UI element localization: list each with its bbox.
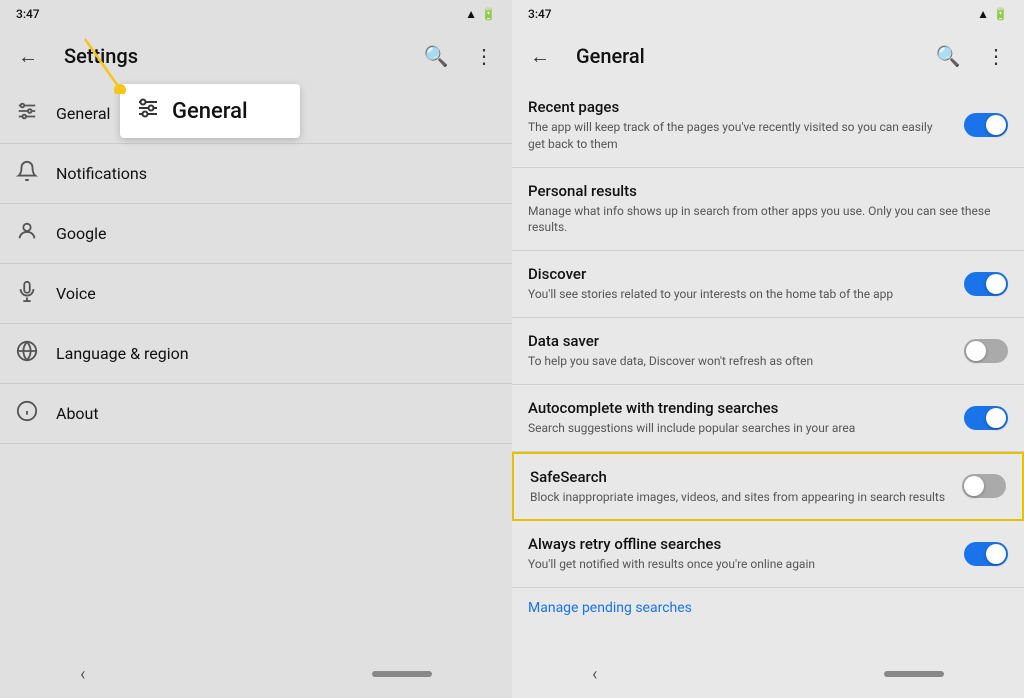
manage-pending-link[interactable]: Manage pending searches	[512, 588, 1024, 628]
safesearch-text: SafeSearch Block inappropriate images, v…	[530, 468, 962, 506]
autocomplete-text: Autocomplete with trending searches Sear…	[528, 399, 964, 437]
about-label: About	[56, 404, 99, 423]
right-battery-icon: 🔋	[993, 7, 1008, 21]
right-toolbar-title: General	[576, 44, 920, 68]
right-search-icon: 🔍	[936, 44, 961, 68]
voice-icon	[16, 280, 56, 307]
setting-data-saver[interactable]: Data saver To help you save data, Discov…	[512, 318, 1024, 385]
personal-results-title: Personal results	[528, 182, 996, 200]
left-back-button[interactable]: ←	[8, 36, 48, 76]
autocomplete-desc: Search suggestions will include popular …	[528, 420, 952, 437]
recent-pages-toggle[interactable]	[964, 113, 1008, 137]
right-status-bar: 3:47 ▲ 🔋	[512, 0, 1024, 28]
right-time: 3:47	[528, 7, 552, 21]
general-callout: General	[120, 84, 300, 138]
recent-pages-title: Recent pages	[528, 98, 952, 116]
left-search-button[interactable]: 🔍	[416, 36, 456, 76]
personal-results-desc: Manage what info shows up in search from…	[528, 203, 996, 237]
retry-offline-title: Always retry offline searches	[528, 535, 952, 553]
right-settings-list: Recent pages The app will keep track of …	[512, 84, 1024, 650]
about-icon	[16, 400, 56, 427]
back-arrow-icon: ←	[18, 44, 38, 69]
recent-pages-text: Recent pages The app will keep track of …	[528, 98, 964, 153]
data-saver-title: Data saver	[528, 332, 952, 350]
safesearch-desc: Block inappropriate images, videos, and …	[530, 489, 950, 506]
data-saver-desc: To help you save data, Discover won't re…	[528, 353, 952, 370]
data-saver-toggle[interactable]	[964, 339, 1008, 363]
setting-safesearch[interactable]: SafeSearch Block inappropriate images, v…	[512, 452, 1024, 522]
right-more-icon: ⋮	[986, 44, 1006, 68]
left-settings-list: General Notifications Google	[0, 84, 512, 650]
left-phone-panel: 3:47 ▲ 🔋 ← Settings 🔍 ⋮	[0, 0, 512, 698]
retry-offline-desc: You'll get notified with results once yo…	[528, 556, 952, 573]
setting-discover[interactable]: Discover You'll see stories related to y…	[512, 251, 1024, 318]
right-search-button[interactable]: 🔍	[928, 36, 968, 76]
google-icon	[16, 220, 56, 247]
recent-pages-desc: The app will keep track of the pages you…	[528, 119, 952, 153]
discover-desc: You'll see stories related to your inter…	[528, 286, 952, 303]
right-nav-pill	[884, 671, 944, 677]
right-back-button[interactable]: ←	[520, 36, 560, 76]
right-more-button[interactable]: ⋮	[976, 36, 1016, 76]
left-nav-pill	[372, 671, 432, 677]
language-icon	[16, 340, 56, 367]
retry-offline-text: Always retry offline searches You'll get…	[528, 535, 964, 573]
left-bottom-nav: ‹	[0, 650, 512, 698]
right-status-icons: ▲ 🔋	[977, 7, 1008, 21]
right-nav-back[interactable]: ‹	[592, 664, 597, 685]
safesearch-knob	[964, 476, 984, 496]
general-icon	[16, 100, 56, 127]
data-saver-text: Data saver To help you save data, Discov…	[528, 332, 964, 370]
right-toolbar: ← General 🔍 ⋮	[512, 28, 1024, 84]
settings-item-notifications[interactable]: Notifications	[0, 144, 512, 204]
left-time: 3:47	[16, 7, 40, 21]
setting-autocomplete[interactable]: Autocomplete with trending searches Sear…	[512, 385, 1024, 452]
personal-results-text: Personal results Manage what info shows …	[528, 182, 1008, 237]
right-wifi-icon: ▲	[977, 7, 989, 21]
discover-toggle[interactable]	[964, 272, 1008, 296]
wifi-icon: ▲	[465, 7, 477, 21]
left-status-icons: ▲ 🔋	[465, 7, 496, 21]
callout-label: General	[172, 99, 248, 124]
discover-knob	[986, 274, 1006, 294]
notifications-icon	[16, 160, 56, 187]
safesearch-title: SafeSearch	[530, 468, 950, 486]
callout-sliders-icon	[136, 96, 160, 126]
settings-item-google[interactable]: Google	[0, 204, 512, 264]
voice-label: Voice	[56, 284, 96, 303]
autocomplete-toggle[interactable]	[964, 406, 1008, 430]
setting-retry-offline[interactable]: Always retry offline searches You'll get…	[512, 521, 1024, 588]
left-more-button[interactable]: ⋮	[464, 36, 504, 76]
recent-pages-knob	[986, 115, 1006, 135]
setting-personal-results[interactable]: Personal results Manage what info shows …	[512, 168, 1024, 252]
retry-offline-knob	[986, 544, 1006, 564]
right-back-arrow-icon: ←	[530, 44, 550, 69]
autocomplete-knob	[986, 408, 1006, 428]
right-phone-panel: 3:47 ▲ 🔋 ← General 🔍 ⋮ Recent pages The …	[512, 0, 1024, 698]
right-bottom-nav: ‹	[512, 650, 1024, 698]
settings-item-about[interactable]: About	[0, 384, 512, 444]
left-status-bar: 3:47 ▲ 🔋	[0, 0, 512, 28]
setting-recent-pages[interactable]: Recent pages The app will keep track of …	[512, 84, 1024, 168]
language-label: Language & region	[56, 344, 189, 363]
general-label: General	[56, 104, 110, 123]
autocomplete-title: Autocomplete with trending searches	[528, 399, 952, 417]
notifications-label: Notifications	[56, 164, 147, 183]
callout-arrow-svg	[65, 34, 185, 94]
more-icon: ⋮	[474, 44, 494, 68]
google-label: Google	[56, 224, 107, 243]
battery-icon: 🔋	[481, 7, 496, 21]
retry-offline-toggle[interactable]	[964, 542, 1008, 566]
left-nav-back[interactable]: ‹	[80, 664, 85, 685]
data-saver-knob	[966, 341, 986, 361]
settings-item-language[interactable]: Language & region	[0, 324, 512, 384]
search-icon: 🔍	[424, 44, 449, 68]
discover-text: Discover You'll see stories related to y…	[528, 265, 964, 303]
discover-title: Discover	[528, 265, 952, 283]
safesearch-toggle[interactable]	[962, 474, 1006, 498]
settings-item-voice[interactable]: Voice	[0, 264, 512, 324]
